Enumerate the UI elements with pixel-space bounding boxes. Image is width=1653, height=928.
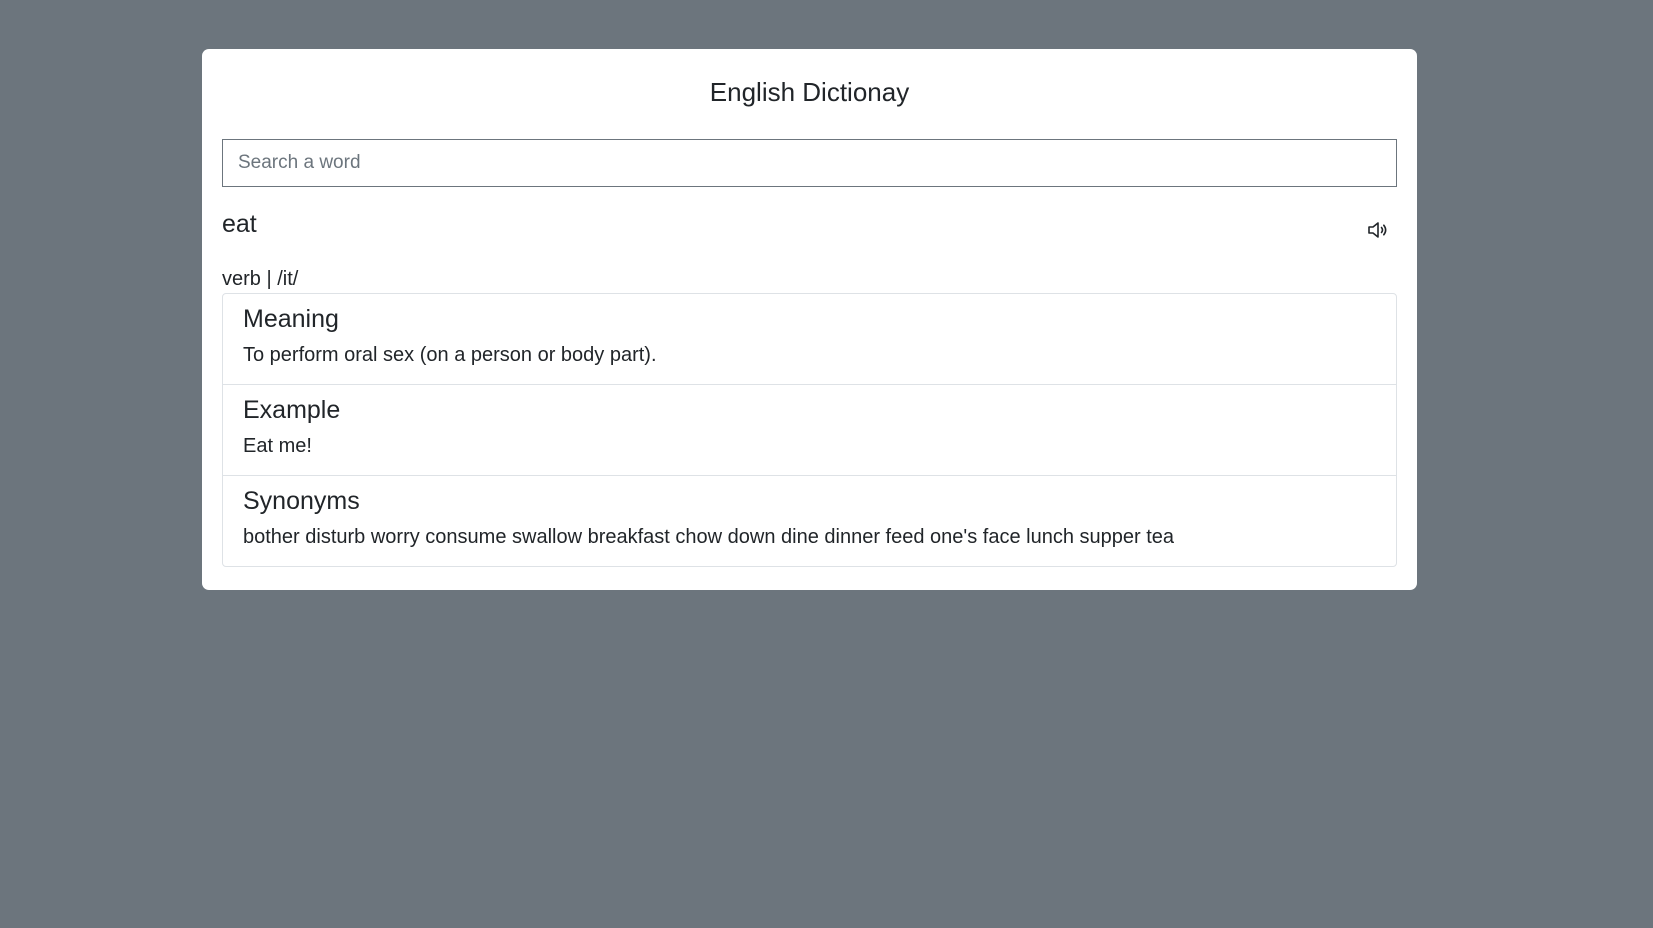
example-section: Example Eat me! (223, 385, 1396, 476)
page-title: English Dictionay (709, 77, 910, 107)
word-title: eat (222, 210, 257, 238)
meaning-section: Meaning To perform oral sex (on a person… (223, 294, 1396, 385)
definition-list: Meaning To perform oral sex (on a person… (222, 293, 1397, 567)
speaker-icon (1365, 218, 1389, 245)
meaning-text: To perform oral sex (on a person or body… (243, 344, 657, 366)
synonyms-section: Synonyms bother disturb worry consume sw… (223, 476, 1396, 566)
word-header: eat (222, 207, 1397, 267)
part-of-speech-phonetic: verb | /it/ (222, 268, 299, 290)
example-text: Eat me! (243, 435, 312, 457)
example-heading: Example (243, 396, 341, 424)
synonyms-text: bother disturb worry consume swallow bre… (243, 526, 1175, 548)
search-input[interactable] (222, 139, 1397, 187)
dictionary-card: English Dictionay eat verb | /it/ Meanin… (202, 49, 1417, 590)
synonyms-heading: Synonyms (243, 487, 360, 515)
play-audio-button[interactable] (1363, 217, 1391, 245)
meaning-heading: Meaning (243, 305, 339, 333)
